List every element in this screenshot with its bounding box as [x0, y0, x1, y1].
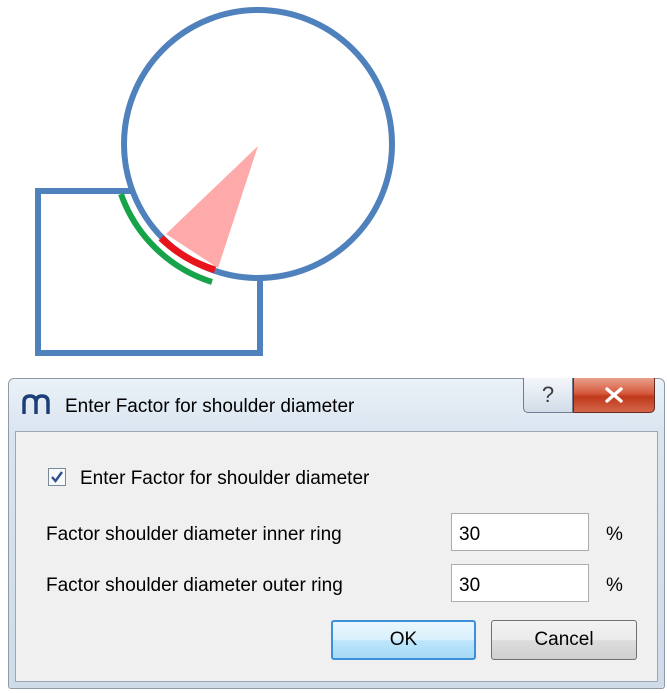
ok-button[interactable]: OK [331, 620, 476, 660]
cancel-button-label: Cancel [534, 629, 594, 650]
help-button[interactable]: ? [523, 378, 573, 413]
inner-ring-factor-input[interactable] [451, 513, 589, 551]
app-logo-icon [22, 394, 50, 414]
inner-ring-factor-label: Factor shoulder diameter inner ring [46, 524, 342, 545]
dialog-title: Enter Factor for shoulder diameter [65, 396, 355, 417]
close-icon [605, 387, 623, 403]
inner-ring-unit: % [606, 524, 623, 545]
help-icon: ? [541, 382, 555, 407]
enter-factor-checkbox-label[interactable]: Enter Factor for shoulder diameter [80, 468, 369, 490]
outer-ring-factor-label: Factor shoulder diameter outer ring [46, 575, 343, 596]
shoulder-diameter-illustration [35, 7, 395, 356]
cancel-button[interactable]: Cancel [491, 620, 637, 660]
outer-ring-factor-input[interactable] [451, 564, 589, 602]
checkmark-icon [51, 471, 63, 483]
factor-dialog: Enter Factor for shoulder diameter ? Ent… [8, 378, 665, 689]
title-bar[interactable]: Enter Factor for shoulder diameter ? [9, 378, 664, 427]
close-button[interactable] [573, 378, 655, 413]
outer-ring-unit: % [606, 575, 623, 596]
dialog-client-area: Enter Factor for shoulder diameter Facto… [15, 431, 658, 682]
enter-factor-checkbox[interactable] [48, 468, 66, 486]
ok-button-label: OK [389, 629, 418, 650]
